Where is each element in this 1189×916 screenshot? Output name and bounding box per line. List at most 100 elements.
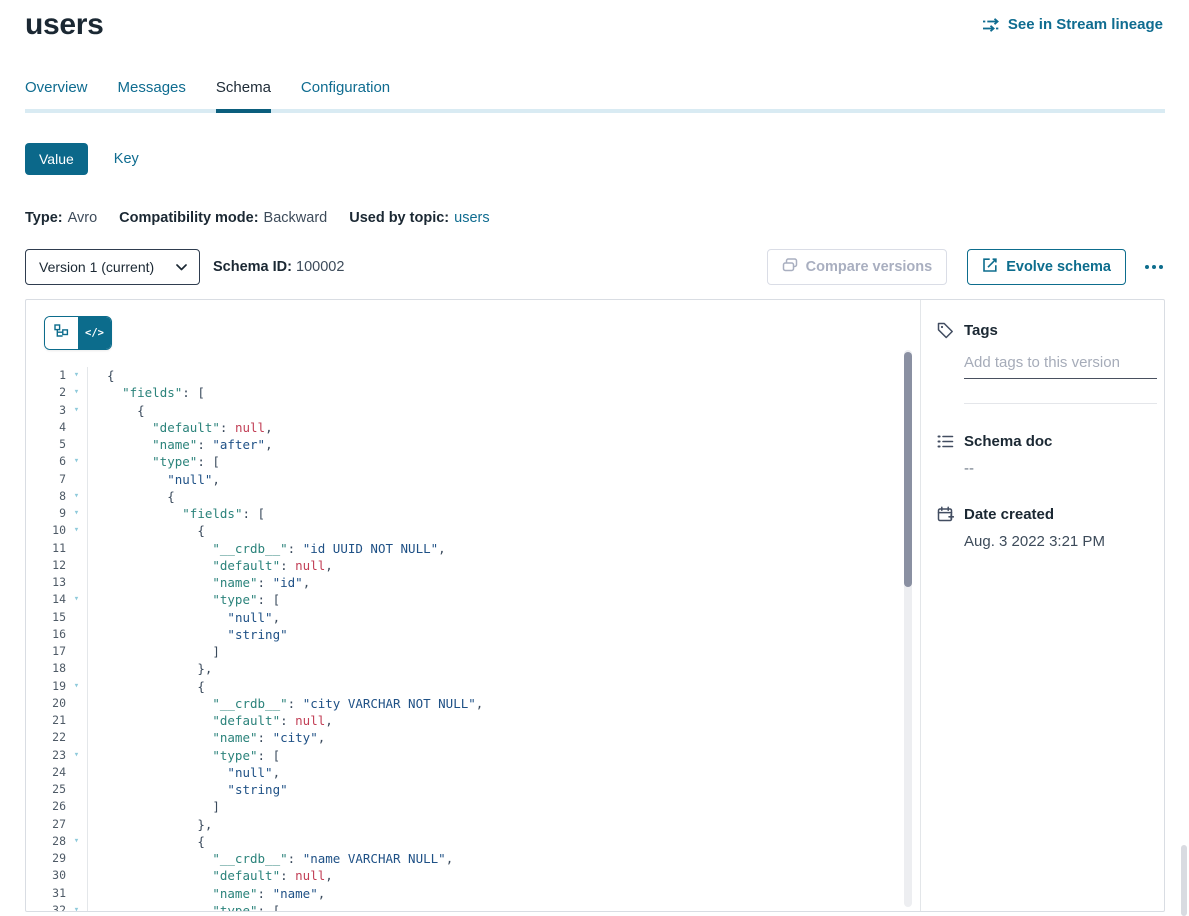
code-text: "default": null, — [87, 867, 920, 884]
line-number: 1 — [26, 367, 66, 384]
schema-type-value: Avro — [68, 210, 98, 226]
topic-link[interactable]: users — [454, 210, 489, 226]
code-text: }, — [87, 816, 920, 833]
key-toggle-button[interactable]: Key — [114, 151, 139, 167]
schema-id: Schema ID: 100002 — [213, 259, 344, 275]
line-number: 31 — [26, 885, 66, 902]
code-line: 26 ] — [26, 798, 920, 815]
page-scrollbar-thumb[interactable] — [1181, 845, 1187, 916]
see-in-stream-lineage-label: See in Stream lineage — [1008, 16, 1163, 33]
line-number: 9 — [26, 505, 66, 522]
fold-gutter — [66, 643, 87, 660]
code-text: "default": null, — [87, 557, 920, 574]
fold-toggle-icon[interactable]: ▾ — [66, 402, 87, 419]
code-line: 5 "name": "after", — [26, 436, 920, 453]
editor-scrollbar-thumb[interactable] — [904, 352, 912, 587]
line-number: 18 — [26, 660, 66, 677]
code-line: 29 "__crdb__": "name VARCHAR NULL", — [26, 850, 920, 867]
code-text: "type": [ — [87, 902, 920, 911]
editor-scrollbar-track[interactable] — [904, 350, 912, 907]
code-line: 16 "string" — [26, 626, 920, 643]
tree-view-button[interactable] — [45, 317, 78, 349]
code-text: { — [87, 678, 920, 695]
tab-messages[interactable]: Messages — [118, 79, 186, 113]
code-view-icon: </> — [85, 327, 104, 339]
fold-gutter — [66, 419, 87, 436]
line-number: 26 — [26, 798, 66, 815]
value-toggle-button[interactable]: Value — [25, 143, 88, 175]
code-line: 18 }, — [26, 660, 920, 677]
line-number: 30 — [26, 867, 66, 884]
schema-doc-section: Schema doc -- — [937, 433, 1157, 477]
add-tags-input[interactable] — [964, 352, 1157, 379]
ellipsis-icon — [1145, 265, 1149, 269]
code-line: 13 "name": "id", — [26, 574, 920, 591]
schema-sidebar: Tags Schema doc -- — [920, 300, 1165, 911]
evolve-schema-button[interactable]: Evolve schema — [967, 249, 1126, 285]
line-number: 3 — [26, 402, 66, 419]
version-select[interactable]: Version 1 (current) — [25, 249, 200, 285]
schema-id-label: Schema ID: — [213, 259, 292, 275]
fold-toggle-icon[interactable]: ▾ — [66, 902, 87, 911]
tab-overview[interactable]: Overview — [25, 79, 88, 113]
fold-toggle-icon[interactable]: ▾ — [66, 384, 87, 401]
line-number: 10 — [26, 522, 66, 539]
fold-toggle-icon[interactable]: ▾ — [66, 367, 87, 384]
compatibility-mode: Compatibility mode:Backward — [119, 210, 327, 226]
version-select-value: Version 1 (current) — [39, 259, 154, 275]
code-text: "null", — [87, 471, 920, 488]
code-line: 3▾ { — [26, 402, 920, 419]
fold-toggle-icon[interactable]: ▾ — [66, 833, 87, 850]
code-line: 1▾{ — [26, 367, 920, 384]
code-text: "string" — [87, 626, 920, 643]
code-line: 22 "name": "city", — [26, 729, 920, 746]
fold-toggle-icon[interactable]: ▾ — [66, 678, 87, 695]
code-text: "name": "after", — [87, 436, 920, 453]
code-line: 27 }, — [26, 816, 920, 833]
code-line: 19▾ { — [26, 678, 920, 695]
fold-toggle-icon[interactable]: ▾ — [66, 522, 87, 539]
compare-versions-button[interactable]: Compare versions — [767, 249, 948, 285]
code-editor[interactable]: 1▾{2▾ "fields": [3▾ {4 "default": null,5… — [26, 367, 920, 911]
line-number: 12 — [26, 557, 66, 574]
compare-versions-label: Compare versions — [806, 259, 933, 275]
fold-toggle-icon[interactable]: ▾ — [66, 488, 87, 505]
code-line: 12 "default": null, — [26, 557, 920, 574]
see-in-stream-lineage-link[interactable]: See in Stream lineage — [983, 16, 1163, 33]
schema-panel: </> 1▾{2▾ "fields": [3▾ {4 "default": nu… — [25, 299, 1165, 912]
code-text: "type": [ — [87, 453, 920, 470]
tab-configuration[interactable]: Configuration — [301, 79, 390, 113]
schema-doc-heading-label: Schema doc — [964, 433, 1052, 450]
line-number: 24 — [26, 764, 66, 781]
tab-schema[interactable]: Schema — [216, 79, 271, 113]
fold-gutter — [66, 712, 87, 729]
date-created-heading-label: Date created — [964, 506, 1054, 523]
fold-gutter — [66, 798, 87, 815]
code-line: 6▾ "type": [ — [26, 453, 920, 470]
line-number: 14 — [26, 591, 66, 608]
line-number: 16 — [26, 626, 66, 643]
line-number: 25 — [26, 781, 66, 798]
code-text: "string" — [87, 781, 920, 798]
code-line: 14▾ "type": [ — [26, 591, 920, 608]
code-line: 25 "string" — [26, 781, 920, 798]
fold-gutter — [66, 850, 87, 867]
more-options-button[interactable] — [1143, 261, 1165, 273]
fold-toggle-icon[interactable]: ▾ — [66, 453, 87, 470]
code-view-button[interactable]: </> — [78, 317, 111, 349]
date-created-section: Date created Aug. 3 2022 3:21 PM — [937, 506, 1157, 550]
line-number: 23 — [26, 747, 66, 764]
line-number: 19 — [26, 678, 66, 695]
code-text: "name": "city", — [87, 729, 920, 746]
fold-gutter — [66, 729, 87, 746]
fold-toggle-icon[interactable]: ▾ — [66, 591, 87, 608]
schema-code-pane: </> 1▾{2▾ "fields": [3▾ {4 "default": nu… — [26, 300, 920, 911]
code-text: }, — [87, 660, 920, 677]
fold-gutter — [66, 781, 87, 798]
ellipsis-icon — [1152, 265, 1156, 269]
code-text: "name": "id", — [87, 574, 920, 591]
fold-toggle-icon[interactable]: ▾ — [66, 747, 87, 764]
fold-toggle-icon[interactable]: ▾ — [66, 505, 87, 522]
fold-gutter — [66, 557, 87, 574]
compatibility-mode-value: Backward — [264, 210, 328, 226]
